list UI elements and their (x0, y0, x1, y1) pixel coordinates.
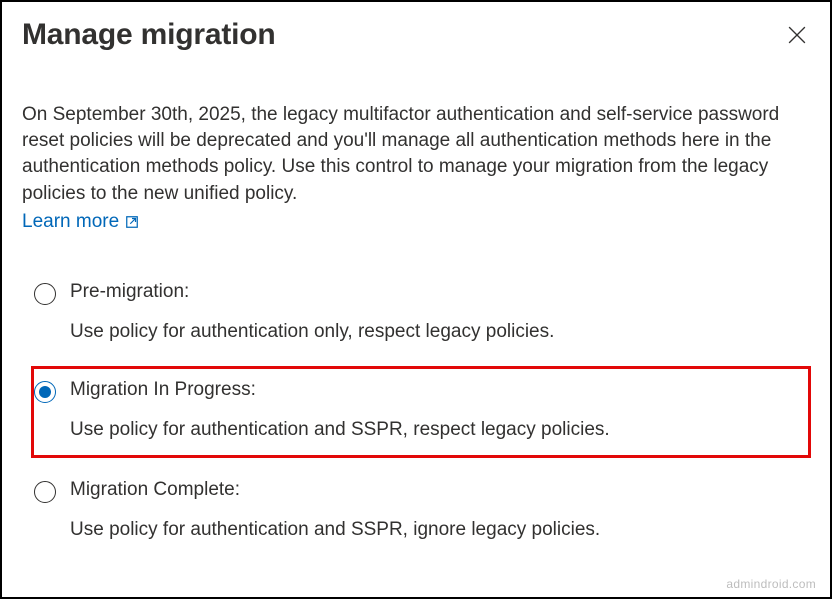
option-title: Migration In Progress: (70, 379, 804, 401)
panel-header: Manage migration (22, 18, 810, 52)
option-body: Pre-migration: Use policy for authentica… (70, 281, 804, 343)
option-desc: Use policy for authentication only, resp… (70, 321, 804, 343)
option-desc: Use policy for authentication and SSPR, … (70, 419, 804, 441)
option-migration-complete[interactable]: Migration Complete: Use policy for authe… (32, 471, 810, 551)
panel-title: Manage migration (22, 18, 276, 52)
radio-pre-migration[interactable] (34, 283, 56, 305)
option-desc: Use policy for authentication and SSPR, … (70, 519, 804, 541)
external-link-icon (125, 215, 139, 229)
watermark: admindroid.com (726, 577, 816, 591)
close-icon[interactable] (788, 26, 806, 44)
learn-more-link[interactable]: Learn more (22, 211, 139, 233)
learn-more-label: Learn more (22, 211, 119, 233)
manage-migration-panel: Manage migration On September 30th, 2025… (0, 0, 832, 599)
option-title: Migration Complete: (70, 479, 804, 501)
option-body: Migration In Progress: Use policy for au… (70, 379, 804, 441)
deprecation-description: On September 30th, 2025, the legacy mult… (22, 102, 810, 207)
radio-migration-in-progress[interactable] (34, 381, 56, 403)
option-pre-migration[interactable]: Pre-migration: Use policy for authentica… (32, 273, 810, 353)
radio-migration-complete[interactable] (34, 481, 56, 503)
option-migration-in-progress[interactable]: Migration In Progress: Use policy for au… (32, 367, 810, 457)
option-body: Migration Complete: Use policy for authe… (70, 479, 804, 541)
migration-options: Pre-migration: Use policy for authentica… (22, 273, 810, 551)
option-title: Pre-migration: (70, 281, 804, 303)
